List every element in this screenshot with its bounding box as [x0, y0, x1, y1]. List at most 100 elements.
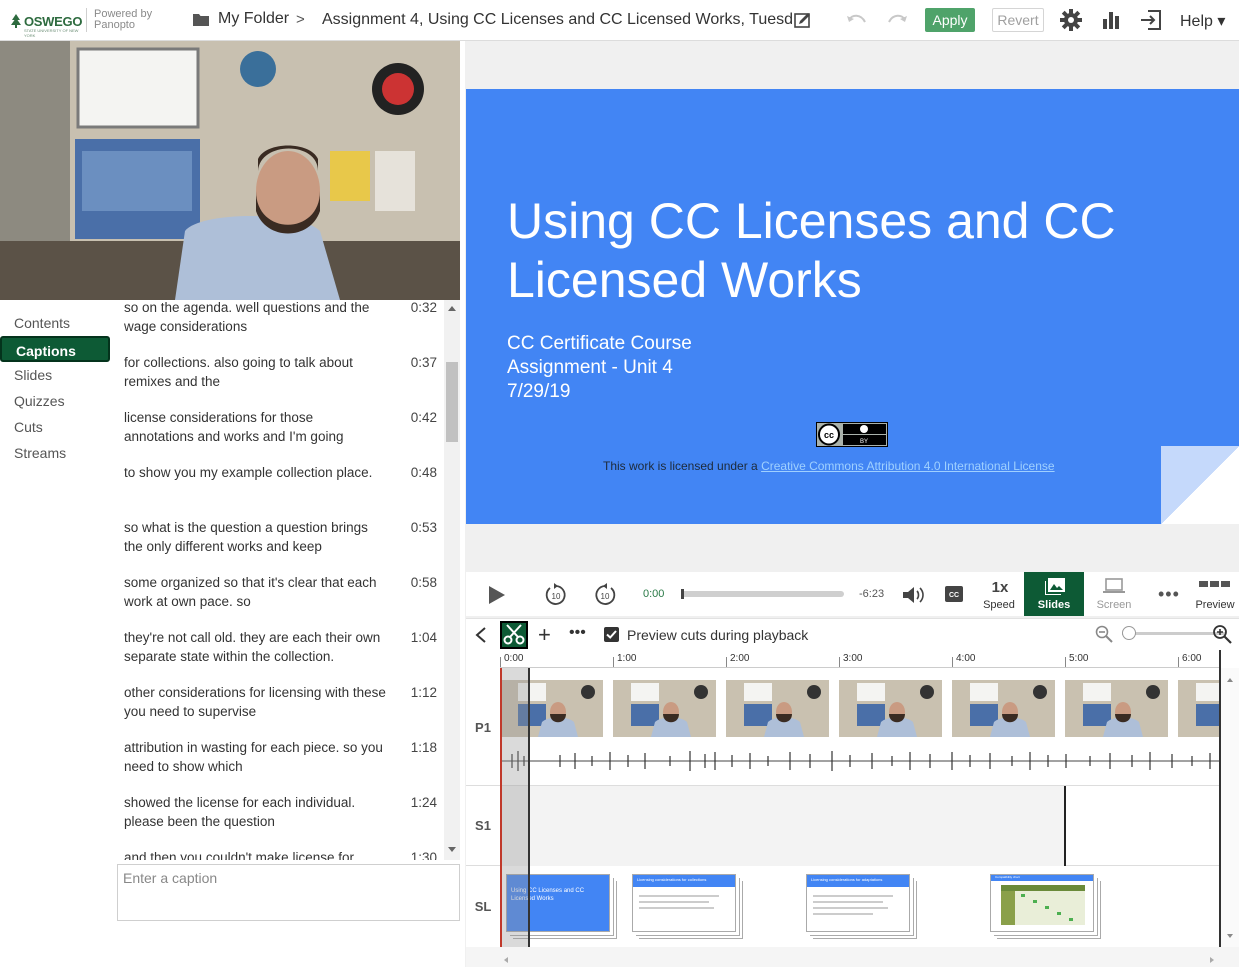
nav-captions[interactable]: Captions — [0, 336, 110, 362]
timeline[interactable]: 0:00 1:00 2:00 3:00 4:00 5:00 6:00 P1 S1… — [466, 650, 1239, 947]
caption-row[interactable]: they're not call old. they are each thei… — [124, 628, 442, 678]
caption-text[interactable]: other considerations for licensing with … — [124, 683, 386, 721]
nav-quizzes[interactable]: Quizzes — [0, 388, 112, 414]
speed-label[interactable]: Speed — [983, 599, 1015, 611]
zoom-out-icon[interactable] — [1095, 625, 1113, 643]
caption-row[interactable]: so on the agenda. well questions and the… — [124, 300, 442, 348]
caption-row[interactable]: license considerations for those annotat… — [124, 408, 442, 458]
slides-track[interactable]: Using CC Licenses and CC Licensed Works … — [500, 866, 1220, 947]
caption-row[interactable]: for collections. also going to talk abou… — [124, 353, 442, 403]
caption-time[interactable]: 1:18 — [411, 738, 437, 757]
closed-captions-icon[interactable]: CC — [945, 586, 963, 602]
caption-row[interactable]: showed the license for each individual. … — [124, 793, 442, 843]
zoom-slider[interactable] — [1122, 632, 1226, 635]
caption-time[interactable]: 1:30 — [411, 848, 437, 860]
time-ruler[interactable]: 0:00 1:00 2:00 3:00 4:00 5:00 6:00 — [500, 650, 1220, 668]
play-icon[interactable] — [488, 585, 506, 605]
caption-time[interactable]: 0:58 — [411, 573, 437, 592]
slide-thumbnail[interactable]: Licensing considerations for collections — [632, 874, 736, 932]
caption-row[interactable]: attribution in wasting for each piece. s… — [124, 738, 442, 788]
stats-icon[interactable] — [1101, 10, 1121, 30]
caption-row[interactable]: other considerations for licensing with … — [124, 683, 442, 733]
caption-time[interactable]: 1:12 — [411, 683, 437, 702]
timeline-vertical-scrollbar[interactable] — [1221, 668, 1239, 947]
progress-bar[interactable] — [681, 589, 844, 599]
caption-time[interactable]: 0:48 — [411, 463, 437, 482]
audio-waveform — [500, 751, 1220, 771]
nav-cuts[interactable]: Cuts — [0, 414, 112, 440]
caption-time[interactable]: 1:24 — [411, 793, 437, 812]
caption-row[interactable]: some organized so that it's clear that e… — [124, 573, 442, 623]
playhead[interactable] — [500, 668, 502, 947]
nav-contents[interactable]: Contents — [0, 310, 112, 336]
cut-tool-button[interactable] — [500, 621, 528, 649]
slide-preview[interactable]: Using CC Licenses and CC Licensed Works … — [466, 89, 1239, 524]
timeline-horizontal-scrollbar[interactable] — [466, 947, 1239, 967]
preview-layout-icon[interactable] — [1199, 581, 1231, 591]
slide-thumbnail[interactable]: Licensing considerations for adaptations — [806, 874, 910, 932]
breadcrumb-folder[interactable]: My Folder — [218, 10, 289, 28]
undo-icon[interactable] — [846, 12, 868, 28]
gear-icon[interactable] — [1060, 9, 1082, 31]
caption-text[interactable]: attribution in wasting for each piece. s… — [124, 738, 386, 776]
caption-row[interactable]: and then you couldn't make license for 1… — [124, 848, 442, 860]
rewind-10-icon[interactable]: 10 — [544, 583, 568, 607]
scrollbar-thumb[interactable] — [446, 362, 458, 442]
nav-slides[interactable]: Slides — [0, 362, 112, 388]
redo-icon[interactable] — [886, 12, 908, 28]
secondary-stream-block[interactable] — [500, 786, 1066, 866]
caption-row[interactable]: to show you my example collection place.… — [124, 463, 442, 513]
timeline-more-icon[interactable]: ••• — [569, 624, 586, 642]
preview-label[interactable]: Preview — [1193, 599, 1237, 611]
exit-icon[interactable] — [1140, 9, 1162, 31]
zoom-in-icon[interactable] — [1212, 624, 1232, 644]
caption-text[interactable]: to show you my example collection place. — [124, 463, 386, 482]
more-options-icon[interactable]: ••• — [1158, 584, 1180, 605]
edit-title-icon[interactable] — [794, 11, 812, 29]
caption-time[interactable]: 0:37 — [411, 353, 437, 372]
caption-text[interactable]: some organized so that it's clear that e… — [124, 573, 386, 611]
speed-value[interactable]: 1x — [990, 579, 1010, 596]
captions-scrollbar[interactable] — [444, 300, 460, 860]
chevron-left-icon[interactable] — [474, 627, 488, 643]
caption-input[interactable] — [117, 864, 460, 921]
revert-button[interactable]: Revert — [992, 8, 1044, 32]
scroll-down-icon[interactable] — [448, 847, 456, 852]
help-menu[interactable]: Help ▾ — [1180, 11, 1225, 31]
screen-label[interactable]: Screen — [1094, 599, 1134, 611]
caption-text[interactable]: they're not call old. they are each thei… — [124, 628, 386, 666]
caption-text[interactable]: for collections. also going to talk abou… — [124, 353, 386, 391]
primary-video-track[interactable] — [500, 670, 1220, 785]
caption-text[interactable]: license considerations for those annotat… — [124, 408, 386, 446]
svg-text:cc: cc — [824, 430, 834, 440]
caption-text[interactable]: so what is the question a question bring… — [124, 518, 386, 556]
secondary-track[interactable] — [500, 786, 1220, 866]
caption-text[interactable]: showed the license for each individual. … — [124, 793, 386, 831]
webcam-video[interactable] — [0, 41, 460, 300]
nav-streams[interactable]: Streams — [0, 440, 112, 466]
caption-row[interactable]: so what is the question a question bring… — [124, 518, 442, 568]
forward-10-icon[interactable]: 10 — [593, 583, 617, 607]
caption-text[interactable]: and then you couldn't make license for — [124, 848, 386, 860]
volume-icon[interactable] — [902, 585, 926, 605]
caption-time[interactable]: 0:32 — [411, 300, 437, 317]
caption-time[interactable]: 1:04 — [411, 628, 437, 647]
tree-logo-icon — [11, 14, 21, 28]
cut-marker[interactable] — [528, 668, 530, 947]
license-text: This work is licensed under a Creative C… — [603, 459, 1055, 473]
caption-time[interactable]: 0:53 — [411, 518, 437, 537]
scroll-up-icon[interactable] — [448, 306, 456, 311]
preview-cuts-label[interactable]: Preview cuts during playback — [627, 627, 808, 643]
screen-icon[interactable] — [1103, 578, 1125, 595]
add-icon[interactable]: + — [538, 624, 551, 646]
progress-handle[interactable] — [681, 589, 684, 599]
captions-list[interactable]: so on the agenda. well questions and the… — [112, 300, 444, 860]
license-link[interactable]: Creative Commons Attribution 4.0 Interna… — [761, 459, 1055, 473]
caption-text[interactable]: so on the agenda. well questions and the… — [124, 300, 386, 336]
apply-button[interactable]: Apply — [925, 8, 975, 32]
slide-thumbnail[interactable]: Compatibility chart — [990, 874, 1094, 932]
zoom-slider-handle[interactable] — [1122, 626, 1136, 640]
preview-cuts-checkbox[interactable] — [604, 627, 619, 642]
caption-time[interactable]: 0:42 — [411, 408, 437, 427]
slides-button[interactable]: Slides — [1024, 572, 1084, 616]
